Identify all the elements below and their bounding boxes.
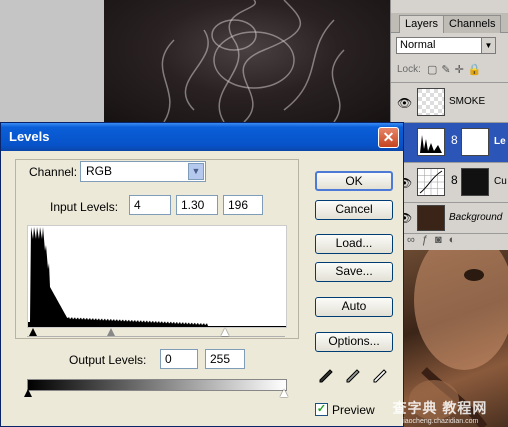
- load-button[interactable]: Load...: [315, 234, 393, 254]
- watermark-line1: 查字典 教程网: [392, 400, 488, 416]
- histogram: [27, 225, 287, 328]
- dialog-title: Levels: [9, 129, 50, 144]
- layer-thumbnail: [417, 205, 445, 231]
- save-button[interactable]: Save...: [315, 262, 393, 282]
- input-levels-slider[interactable]: [27, 328, 287, 338]
- levels-dialog: Levels ✕ Channel: RGB ▼ Input Levels: 4 …: [0, 122, 404, 427]
- output-black-slider-handle[interactable]: [24, 389, 32, 397]
- gray-eyedropper-icon[interactable]: [344, 369, 362, 387]
- channel-select[interactable]: RGB ▼: [80, 161, 206, 182]
- visibility-eye-icon[interactable]: 👁: [397, 96, 412, 110]
- layer-name: Background: [449, 212, 503, 223]
- layer-name: Le: [494, 136, 506, 147]
- add-mask-icon[interactable]: ◙: [435, 234, 449, 246]
- curves-adjustment-icon: [417, 168, 445, 196]
- layer-row-curves[interactable]: 👁 8 Cu: [391, 162, 508, 202]
- layer-style-icon[interactable]: ƒ: [422, 234, 435, 246]
- canvas-gray-area: [0, 0, 104, 122]
- channel-label: Channel:: [29, 165, 78, 179]
- input-gamma-slider-handle[interactable]: [107, 328, 115, 336]
- layer-thumbnail: [417, 88, 445, 116]
- adjustment-layer-icon[interactable]: ◐: [449, 234, 463, 246]
- layers-panel-footer: ∞ƒ◙◐: [391, 233, 508, 250]
- preview-checkbox[interactable]: ✓: [315, 403, 328, 416]
- layer-row-levels[interactable]: 8 Le: [391, 122, 508, 162]
- lock-position-icon[interactable]: ✛: [455, 64, 468, 76]
- close-button[interactable]: ✕: [378, 127, 399, 148]
- ok-button[interactable]: OK: [315, 171, 393, 191]
- histogram-shape: [28, 227, 286, 327]
- histogram-graph: [28, 227, 286, 327]
- channel-value: RGB: [86, 164, 113, 178]
- layer-mask-thumbnail: [461, 128, 489, 156]
- input-black-slider-handle[interactable]: [29, 328, 37, 336]
- layer-row-smoke[interactable]: 👁 SMOKE: [391, 82, 508, 122]
- lock-icons[interactable]: ▢✎✛🔒: [427, 63, 486, 76]
- output-levels-slider[interactable]: [24, 389, 288, 399]
- dialog-titlebar[interactable]: Levels ✕: [1, 123, 403, 151]
- options-button[interactable]: Options...: [315, 332, 393, 352]
- output-white-slider-handle[interactable]: [280, 389, 288, 397]
- layer-mask-thumbnail: [461, 168, 489, 196]
- chevron-down-icon: ▼: [481, 38, 495, 53]
- output-black-field[interactable]: 0: [160, 349, 198, 369]
- chevron-down-icon: ▼: [188, 163, 204, 180]
- smoke-image-canvas: [104, 0, 390, 122]
- preview-label: Preview: [332, 403, 375, 417]
- lock-transparency-icon[interactable]: ▢: [427, 64, 441, 76]
- levels-adjustment-icon: [417, 128, 445, 156]
- tab-channels[interactable]: Channels: [443, 15, 502, 33]
- watermark: 查字典 教程网 jiaocheng.chazidian.com: [372, 398, 508, 427]
- blend-mode-value: Normal: [400, 39, 436, 51]
- lock-label: Lock:: [397, 64, 421, 75]
- cancel-button[interactable]: Cancel: [315, 200, 393, 220]
- slider-track-line: [27, 336, 285, 337]
- layers-panel-tabs: Layers Channels: [391, 13, 508, 33]
- auto-button[interactable]: Auto: [315, 297, 393, 317]
- lock-all-icon[interactable]: 🔒: [468, 64, 486, 76]
- tab-layers[interactable]: Layers: [399, 15, 445, 33]
- layer-name: SMOKE: [449, 96, 486, 107]
- link-layers-icon[interactable]: ∞: [407, 234, 422, 246]
- layer-name: Cu: [494, 176, 507, 187]
- lock-image-icon[interactable]: ✎: [441, 64, 454, 76]
- input-white-slider-handle[interactable]: [221, 328, 229, 336]
- layer-link-icon: 8: [451, 133, 458, 147]
- layer-link-icon: 8: [451, 173, 458, 187]
- smoke-image: [161, 0, 345, 122]
- black-eyedropper-icon[interactable]: [317, 369, 335, 387]
- white-eyedropper-icon[interactable]: [371, 369, 389, 387]
- input-white-field[interactable]: 196: [223, 195, 263, 215]
- input-gamma-field[interactable]: 1.30: [176, 195, 218, 215]
- watermark-line2: jiaocheng.chazidian.com: [401, 418, 479, 425]
- layer-row-background[interactable]: 👁 Background: [391, 202, 508, 233]
- input-black-field[interactable]: 4: [129, 195, 171, 215]
- output-white-field[interactable]: 255: [205, 349, 245, 369]
- layers-panel: Layers Channels Normal ▼ Lock: ▢✎✛🔒 👁 SM…: [390, 0, 508, 250]
- input-levels-label: Input Levels:: [50, 200, 119, 214]
- output-levels-label: Output Levels:: [69, 353, 147, 367]
- blend-mode-select[interactable]: Normal ▼: [396, 37, 496, 54]
